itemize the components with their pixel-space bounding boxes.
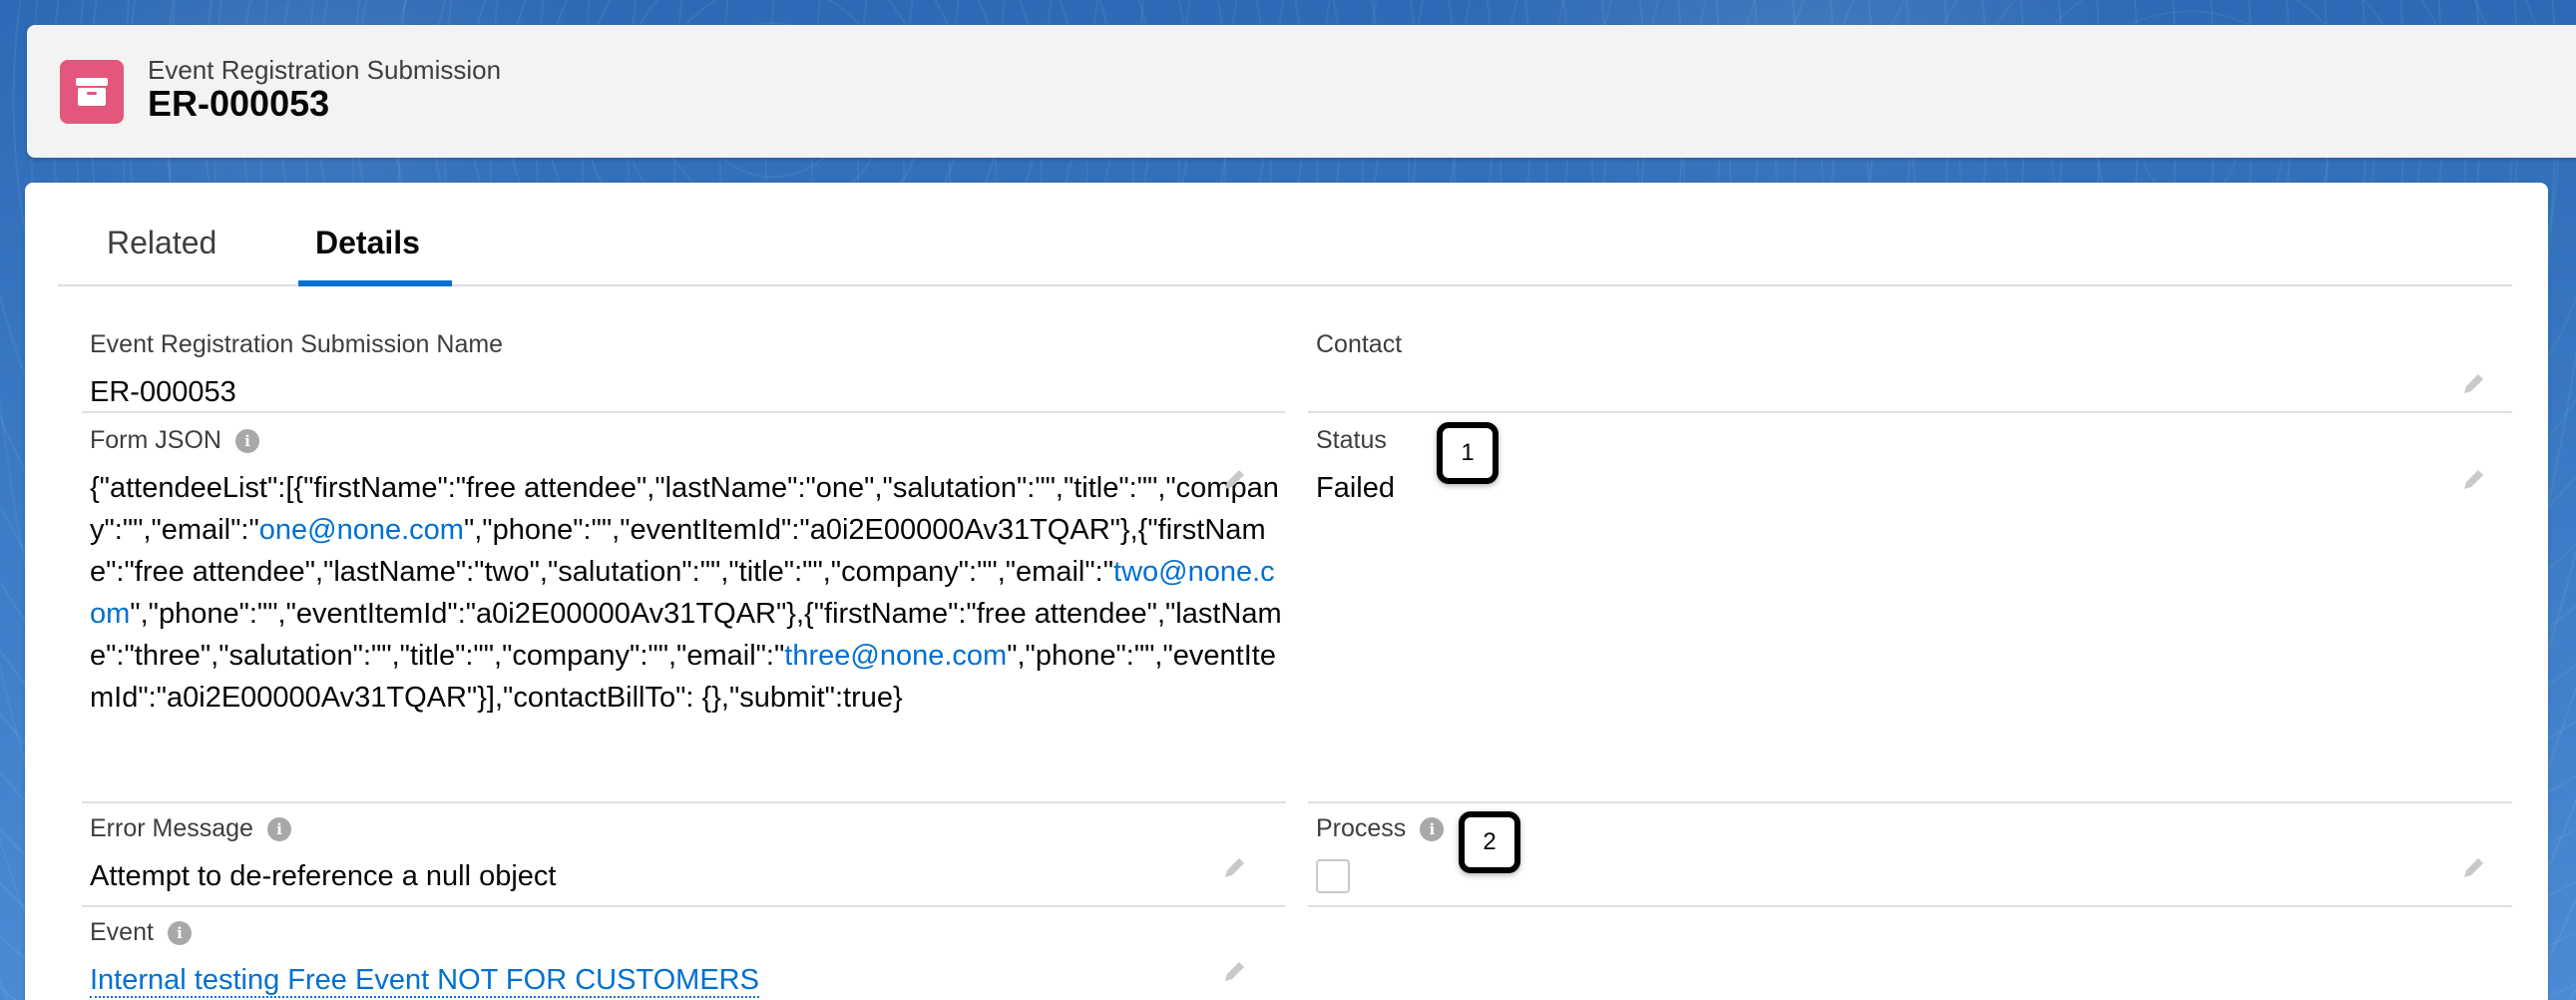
event-link[interactable]: Internal testing Free Event NOT FOR CUST… bbox=[90, 964, 759, 998]
info-icon[interactable]: i bbox=[167, 920, 192, 945]
email-link[interactable]: three@none.com bbox=[784, 640, 1007, 672]
edit-contact-pencil-icon[interactable] bbox=[2461, 370, 2487, 396]
status-value: Failed bbox=[1316, 472, 1395, 504]
info-icon[interactable]: i bbox=[1420, 816, 1445, 841]
divider bbox=[82, 411, 1286, 413]
edit-form-json-pencil-icon[interactable] bbox=[1222, 466, 1248, 492]
detail-card: Related Details Event Registration Submi… bbox=[25, 183, 2548, 1000]
divider bbox=[82, 801, 1286, 803]
field-process: Process i bbox=[1316, 814, 1445, 893]
name-value: ER-000053 bbox=[90, 376, 236, 408]
field-name: Event Registration Submission Name ER-00… bbox=[90, 330, 503, 413]
field-form-json: Form JSON i {"attendeeList":[{"firstName… bbox=[90, 426, 1287, 719]
field-label: Status bbox=[1316, 426, 1387, 454]
field-label: Contact bbox=[1316, 330, 1403, 358]
form-json-value: {"attendeeList":[{"firstName":"free atte… bbox=[90, 467, 1287, 719]
error-message-value: Attempt to de-reference a null object bbox=[90, 860, 557, 892]
field-contact: Contact bbox=[1316, 330, 1402, 371]
active-tab-indicator bbox=[298, 280, 452, 286]
tab-related[interactable]: Related bbox=[107, 225, 216, 261]
divider bbox=[82, 905, 1286, 907]
archive-icon bbox=[60, 60, 124, 124]
edit-error-message-pencil-icon[interactable] bbox=[1222, 854, 1248, 880]
field-label: Event Registration Submission Name bbox=[90, 330, 504, 358]
field-label: Error Message bbox=[90, 814, 253, 842]
edit-status-pencil-icon[interactable] bbox=[2461, 466, 2487, 492]
info-icon[interactable]: i bbox=[234, 428, 259, 453]
info-icon[interactable]: i bbox=[266, 816, 291, 841]
divider bbox=[1308, 411, 2512, 413]
field-label: Form JSON bbox=[90, 426, 221, 454]
divider bbox=[1308, 905, 2512, 907]
email-link[interactable]: one@none.com bbox=[259, 514, 464, 546]
field-status: Status Failed bbox=[1316, 426, 1395, 509]
callout-marker-1: 1 bbox=[1437, 422, 1499, 484]
tab-details[interactable]: Details bbox=[315, 225, 420, 261]
field-event: Event i Internal testing Free Event NOT … bbox=[90, 918, 759, 1000]
tab-bar: Related Details bbox=[58, 183, 2512, 286]
record-title: ER-000053 bbox=[148, 83, 330, 124]
object-type-label: Event Registration Submission bbox=[148, 55, 502, 85]
field-label: Event bbox=[90, 918, 154, 946]
field-error-message: Error Message i Attempt to de-reference … bbox=[90, 814, 556, 897]
callout-marker-2: 2 bbox=[1459, 811, 1520, 873]
divider bbox=[1308, 801, 2512, 803]
field-label: Process bbox=[1316, 814, 1407, 842]
process-checkbox[interactable] bbox=[1316, 859, 1350, 893]
record-header: Event Registration Submission ER-000053 bbox=[27, 25, 2576, 158]
edit-process-pencil-icon[interactable] bbox=[2461, 854, 2487, 880]
edit-event-pencil-icon[interactable] bbox=[1222, 958, 1248, 984]
